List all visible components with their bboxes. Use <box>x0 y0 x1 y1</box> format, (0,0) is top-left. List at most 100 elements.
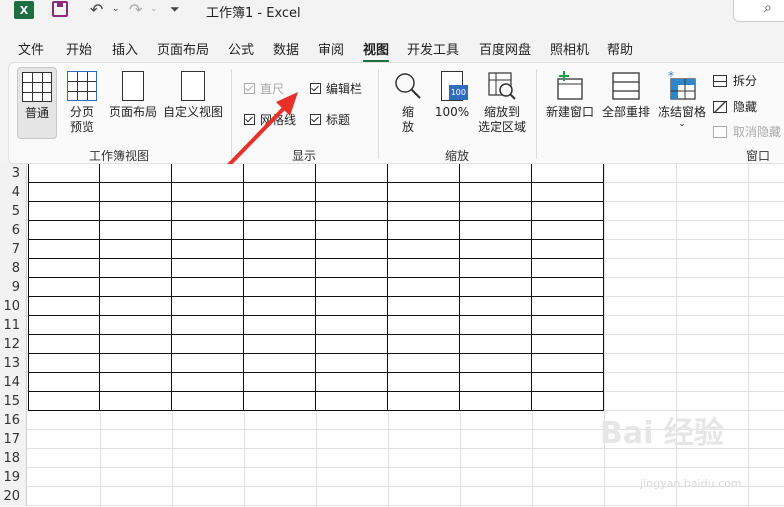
tab-1[interactable]: 开始 <box>66 39 92 58</box>
table-cell[interactable] <box>532 316 604 335</box>
normal-view-button[interactable]: 普通 <box>17 67 57 139</box>
table-cell[interactable] <box>28 373 100 392</box>
row-header[interactable]: 9 <box>0 278 27 297</box>
table-cell[interactable] <box>100 183 172 202</box>
headings-checkbox[interactable]: 标题 <box>310 111 350 128</box>
page-layout-button[interactable]: 页面布局 <box>106 71 160 120</box>
table-cell[interactable] <box>532 259 604 278</box>
table-cell[interactable] <box>316 164 388 183</box>
table-cell[interactable] <box>100 278 172 297</box>
tab-9[interactable]: 百度网盘 <box>479 39 531 58</box>
table-cell[interactable] <box>28 354 100 373</box>
table-cell[interactable] <box>244 278 316 297</box>
table-cell[interactable] <box>28 240 100 259</box>
table-cell[interactable] <box>316 221 388 240</box>
row-header[interactable]: 16 <box>0 411 27 430</box>
table-cell[interactable] <box>172 278 244 297</box>
table-cell[interactable] <box>28 392 100 411</box>
table-cell[interactable] <box>100 202 172 221</box>
table-cell[interactable] <box>172 221 244 240</box>
table-cell[interactable] <box>532 221 604 240</box>
table-cell[interactable] <box>244 240 316 259</box>
freeze-panes-button[interactable]: * 冻结窗格 ⌄ <box>655 69 709 129</box>
table-cell[interactable] <box>388 259 460 278</box>
table-cell[interactable] <box>532 278 604 297</box>
table-cell[interactable] <box>28 183 100 202</box>
page-break-preview-button[interactable]: 分页 预览 <box>64 71 100 135</box>
table-cell[interactable] <box>388 164 460 183</box>
table-cell[interactable] <box>316 240 388 259</box>
table-cell[interactable] <box>100 240 172 259</box>
table-cell[interactable] <box>460 297 532 316</box>
table-cell[interactable] <box>316 278 388 297</box>
table-cell[interactable] <box>244 221 316 240</box>
table-cell[interactable] <box>100 164 172 183</box>
row-header[interactable]: 19 <box>0 468 27 487</box>
table-cell[interactable] <box>532 373 604 392</box>
table-cell[interactable] <box>172 202 244 221</box>
table-cell[interactable] <box>460 164 532 183</box>
table-cell[interactable] <box>28 202 100 221</box>
table-cell[interactable] <box>388 183 460 202</box>
row-header[interactable]: 4 <box>0 183 27 202</box>
table-cell[interactable] <box>388 316 460 335</box>
table-cell[interactable] <box>532 335 604 354</box>
zoom-to-selection-button[interactable]: 缩放到 选定区域 <box>474 71 530 135</box>
formula-bar-checkbox[interactable]: 编辑栏 <box>310 80 362 97</box>
row-header[interactable]: 11 <box>0 316 27 335</box>
tab-5[interactable]: 数据 <box>273 39 299 58</box>
table-cell[interactable] <box>316 354 388 373</box>
tab-11[interactable]: 帮助 <box>607 39 633 58</box>
table-cell[interactable] <box>460 335 532 354</box>
tab-8[interactable]: 开发工具 <box>407 39 459 58</box>
table-cell[interactable] <box>172 240 244 259</box>
table-cell[interactable] <box>100 354 172 373</box>
tab-2[interactable]: 插入 <box>112 39 138 58</box>
table-cell[interactable] <box>388 373 460 392</box>
table-cell[interactable] <box>244 259 316 278</box>
table-cell[interactable] <box>316 202 388 221</box>
row-header[interactable]: 3 <box>0 164 27 183</box>
table-cell[interactable] <box>388 392 460 411</box>
hide-button[interactable]: 隐藏 <box>713 98 757 115</box>
table-cell[interactable] <box>100 221 172 240</box>
table-cell[interactable] <box>172 392 244 411</box>
row-header[interactable]: 7 <box>0 240 27 259</box>
table-cell[interactable] <box>532 202 604 221</box>
undo-dropdown-icon[interactable]: ⌄ <box>112 4 120 14</box>
table-cell[interactable] <box>172 297 244 316</box>
zoom-button[interactable]: 缩 放 <box>390 71 426 135</box>
table-cell[interactable] <box>172 335 244 354</box>
table-cell[interactable] <box>316 316 388 335</box>
table-cell[interactable] <box>28 278 100 297</box>
row-header[interactable]: 13 <box>0 354 27 373</box>
table-cell[interactable] <box>172 259 244 278</box>
tab-3[interactable]: 页面布局 <box>157 39 209 58</box>
table-cell[interactable] <box>244 202 316 221</box>
table-cell[interactable] <box>460 183 532 202</box>
table-cell[interactable] <box>172 164 244 183</box>
table-cell[interactable] <box>460 240 532 259</box>
save-icon[interactable] <box>52 1 68 17</box>
table-cell[interactable] <box>460 278 532 297</box>
table-cell[interactable] <box>100 316 172 335</box>
row-header[interactable]: 6 <box>0 221 27 240</box>
row-header[interactable]: 18 <box>0 449 27 468</box>
arrange-all-button[interactable]: 全部重排 <box>599 71 653 120</box>
table-cell[interactable] <box>388 278 460 297</box>
table-cell[interactable] <box>532 392 604 411</box>
table-cell[interactable] <box>388 335 460 354</box>
table-cell[interactable] <box>172 316 244 335</box>
table-cell[interactable] <box>244 183 316 202</box>
table-cell[interactable] <box>244 297 316 316</box>
table-cell[interactable] <box>316 373 388 392</box>
table-cell[interactable] <box>460 373 532 392</box>
zoom-100-button[interactable]: 100 100% <box>432 71 472 120</box>
table-cell[interactable] <box>316 297 388 316</box>
table-cell[interactable] <box>28 297 100 316</box>
search-box[interactable]: ⌕ <box>733 0 784 22</box>
table-cell[interactable] <box>28 259 100 278</box>
row-header[interactable]: 17 <box>0 430 27 449</box>
table-cell[interactable] <box>100 335 172 354</box>
table-cell[interactable] <box>100 373 172 392</box>
